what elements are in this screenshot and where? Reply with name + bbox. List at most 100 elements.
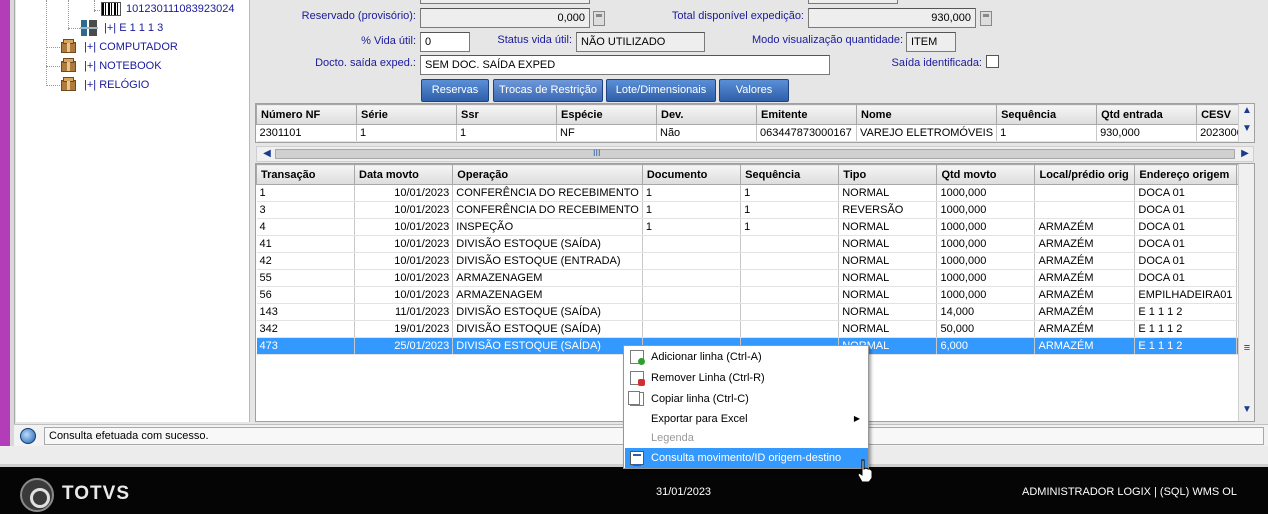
table-cell: DOCA 01 (1134, 269, 1237, 287)
table-row[interactable]: 342 19/01/2023 DIVISÃO ESTOQUE (SAÍDA) NORM… (256, 320, 1254, 338)
table-cell: NORMAL (838, 303, 938, 321)
table-cell: 10/01/2023 (354, 269, 454, 287)
column-header: Ssr (456, 104, 557, 125)
table-cell: 063447873000167 (756, 124, 857, 142)
table-cell: CONFERÊNCIA DO RECEBIMENTO (452, 201, 643, 219)
menu-item-remove-row[interactable]: Remover Linha (Ctrl-R) (625, 368, 868, 388)
table-row[interactable]: 56 10/01/2023 ARMAZENAGEM NORMAL 1000,000 ARM… (256, 286, 1254, 304)
reservas-button[interactable]: Reservas (421, 79, 489, 102)
box-icon (60, 57, 77, 73)
modo-visualizacao-label: Modo visualização quantidade: (751, 34, 903, 46)
column-header: Transação (256, 164, 355, 185)
table-cell: 55 (256, 269, 355, 287)
table-row[interactable]: 41 10/01/2023 DIVISÃO ESTOQUE (SAÍDA) NORMA… (256, 235, 1254, 253)
table-cell: ARMAZÉM (1034, 320, 1136, 338)
table-cell: NORMAL (838, 252, 938, 270)
tree-item-label[interactable]: |+| COMPUTADOR (84, 38, 178, 56)
tree-item-label[interactable]: 101230111083923024 (126, 0, 235, 18)
table-cell: NORMAL (838, 286, 938, 304)
scroll-down-icon[interactable]: ▼ (1239, 404, 1255, 415)
table-cell: E 1 1 1 2 (1134, 337, 1237, 355)
table-cell: ARMAZÉM (1034, 218, 1136, 236)
table-row[interactable]: 4 10/01/2023 INSPEÇÃO 1 1 NORMAL 1000,000 ARMAZ… (256, 218, 1254, 236)
add-row-icon (630, 350, 645, 365)
table-cell: EMPILHADEIRA01 (1134, 286, 1237, 304)
totvs-logo-icon (20, 478, 54, 512)
tree-line (46, 85, 60, 86)
scroll-left-icon[interactable]: ◀ (259, 148, 275, 159)
table-cell: 1 (356, 124, 457, 142)
table-row[interactable]: 42 10/01/2023 DIVISÃO ESTOQUE (ENTRADA) NOR… (256, 252, 1254, 270)
column-header: Data movto (353, 164, 454, 185)
table-row[interactable]: 143 11/01/2023 DIVISÃO ESTOQUE (SAÍDA) NORM… (256, 303, 1254, 321)
lote-dimensionais-button[interactable]: Lote/Dimensionais (606, 79, 716, 102)
table-row[interactable]: 1 10/01/2023 CONFERÊNCIA DO RECEBIMENTO 1 1 N… (256, 184, 1254, 202)
table-cell: DIVISÃO ESTOQUE (SAÍDA) (452, 337, 643, 355)
table-cell: 1 (456, 124, 557, 142)
remove-row-icon (630, 371, 645, 386)
total-disponivel-label: Total disponível expedição: (671, 10, 804, 22)
total-disponivel-field[interactable]: 930,000 (808, 8, 976, 28)
menu-item-export-excel[interactable]: Exportar para Excel ▶ (625, 409, 868, 429)
scroll-right-icon[interactable]: ▶ (1237, 148, 1253, 159)
table-row[interactable]: 2301101 1 1 NF Não 063447873000167 VAREJO ELET… (256, 124, 1254, 142)
left-splitter[interactable] (10, 0, 15, 446)
table-cell (642, 235, 742, 253)
menu-item-label: Copiar linha (Ctrl-C) (651, 393, 749, 405)
status-vida-label: Status vida útil: (497, 34, 572, 46)
table-cell: 10/01/2023 (354, 201, 454, 219)
valores-button[interactable]: Valores (719, 79, 789, 102)
table-cell: ARMAZÉM (1034, 303, 1136, 321)
reservado-field[interactable]: 0,000 (420, 8, 590, 28)
scroll-down-icon[interactable]: ▼ (1239, 123, 1255, 134)
table-cell: NORMAL (838, 218, 938, 236)
field-above[interactable] (420, 0, 590, 4)
column-header: Operação (452, 164, 643, 185)
table-cell: E 1 1 1 2 (1134, 303, 1237, 321)
menu-item-add-row[interactable]: Adicionar linha (Ctrl-A) (625, 347, 868, 367)
submenu-arrow-icon: ▶ (853, 414, 860, 423)
calculator-icon[interactable] (980, 11, 992, 26)
field-above-right[interactable] (808, 0, 898, 4)
table-cell: DOCA 01 (1134, 235, 1237, 253)
table-cell: 342 (256, 320, 355, 338)
scroll-up-icon[interactable]: ▲ (1239, 105, 1255, 116)
tree-item-label[interactable]: |+| NOTEBOOK (84, 57, 162, 75)
column-header: Local/prédio orig (1034, 164, 1136, 185)
table-cell: VAREJO ELETROMÓVEIS (856, 124, 998, 142)
table-cell: 6,000 (936, 337, 1036, 355)
vida-util-field[interactable]: 0 (420, 32, 470, 52)
table-cell: 1 (642, 201, 742, 219)
saida-identificada-checkbox[interactable] (986, 55, 999, 68)
table-cell: ARMAZÉM (1034, 286, 1136, 304)
table-cell: 1000,000 (936, 184, 1036, 202)
calculator-icon[interactable] (593, 11, 605, 26)
column-header: Série (356, 104, 457, 125)
table-cell: 3 (256, 201, 355, 219)
nf-vscroll[interactable]: ▲ ▼ (1238, 104, 1254, 142)
tree-item-label[interactable]: |+| RELÓGIO (84, 76, 149, 94)
hscroll-thumb[interactable] (275, 149, 1235, 159)
nf-hscroll[interactable]: ◀ III ▶ (256, 146, 1254, 162)
menu-item-consulta-movimento[interactable]: Consulta movimento/ID origem-destino (625, 448, 868, 468)
table-cell: DIVISÃO ESTOQUE (SAÍDA) (452, 320, 643, 338)
menu-item-copy-row[interactable]: Copiar linha (Ctrl-C) (625, 389, 868, 409)
column-header: Documento (641, 164, 742, 185)
table-cell: CONFERÊNCIA DO RECEBIMENTO (452, 184, 643, 202)
table-row[interactable]: 55 10/01/2023 ARMAZENAGEM NORMAL 1000,000 ARM… (256, 269, 1254, 287)
table-row[interactable]: 3 10/01/2023 CONFERÊNCIA DO RECEBIMENTO 1 1 R… (256, 201, 1254, 219)
scroll-grip-icon[interactable]: ≡ (1239, 342, 1255, 354)
docto-saida-label: Docto. saída exped.: (315, 57, 416, 69)
movement-table: Transação Data movto Operação Documento Sequ… (256, 164, 1254, 355)
status-vida-field[interactable]: NÃO UTILIZADO (576, 32, 705, 52)
menu-item-label: Exportar para Excel (651, 413, 748, 425)
tree-item-label[interactable]: |+| E 1 1 1 3 (104, 19, 163, 37)
modo-visualizacao-field[interactable]: ITEM (906, 32, 956, 52)
column-header: Emitente (756, 104, 857, 125)
trocas-restricao-button[interactable]: Trocas de Restrição (493, 79, 603, 102)
movement-vscroll[interactable]: ≡ ▼ (1238, 164, 1254, 421)
nf-table: Número NF Série Ssr Espécie Dev. Emitente Nome… (256, 104, 1254, 142)
docto-saida-field[interactable]: SEM DOC. SAÍDA EXPED (420, 55, 830, 75)
table-cell: DOCA 01 (1134, 252, 1237, 270)
table-cell (642, 269, 742, 287)
